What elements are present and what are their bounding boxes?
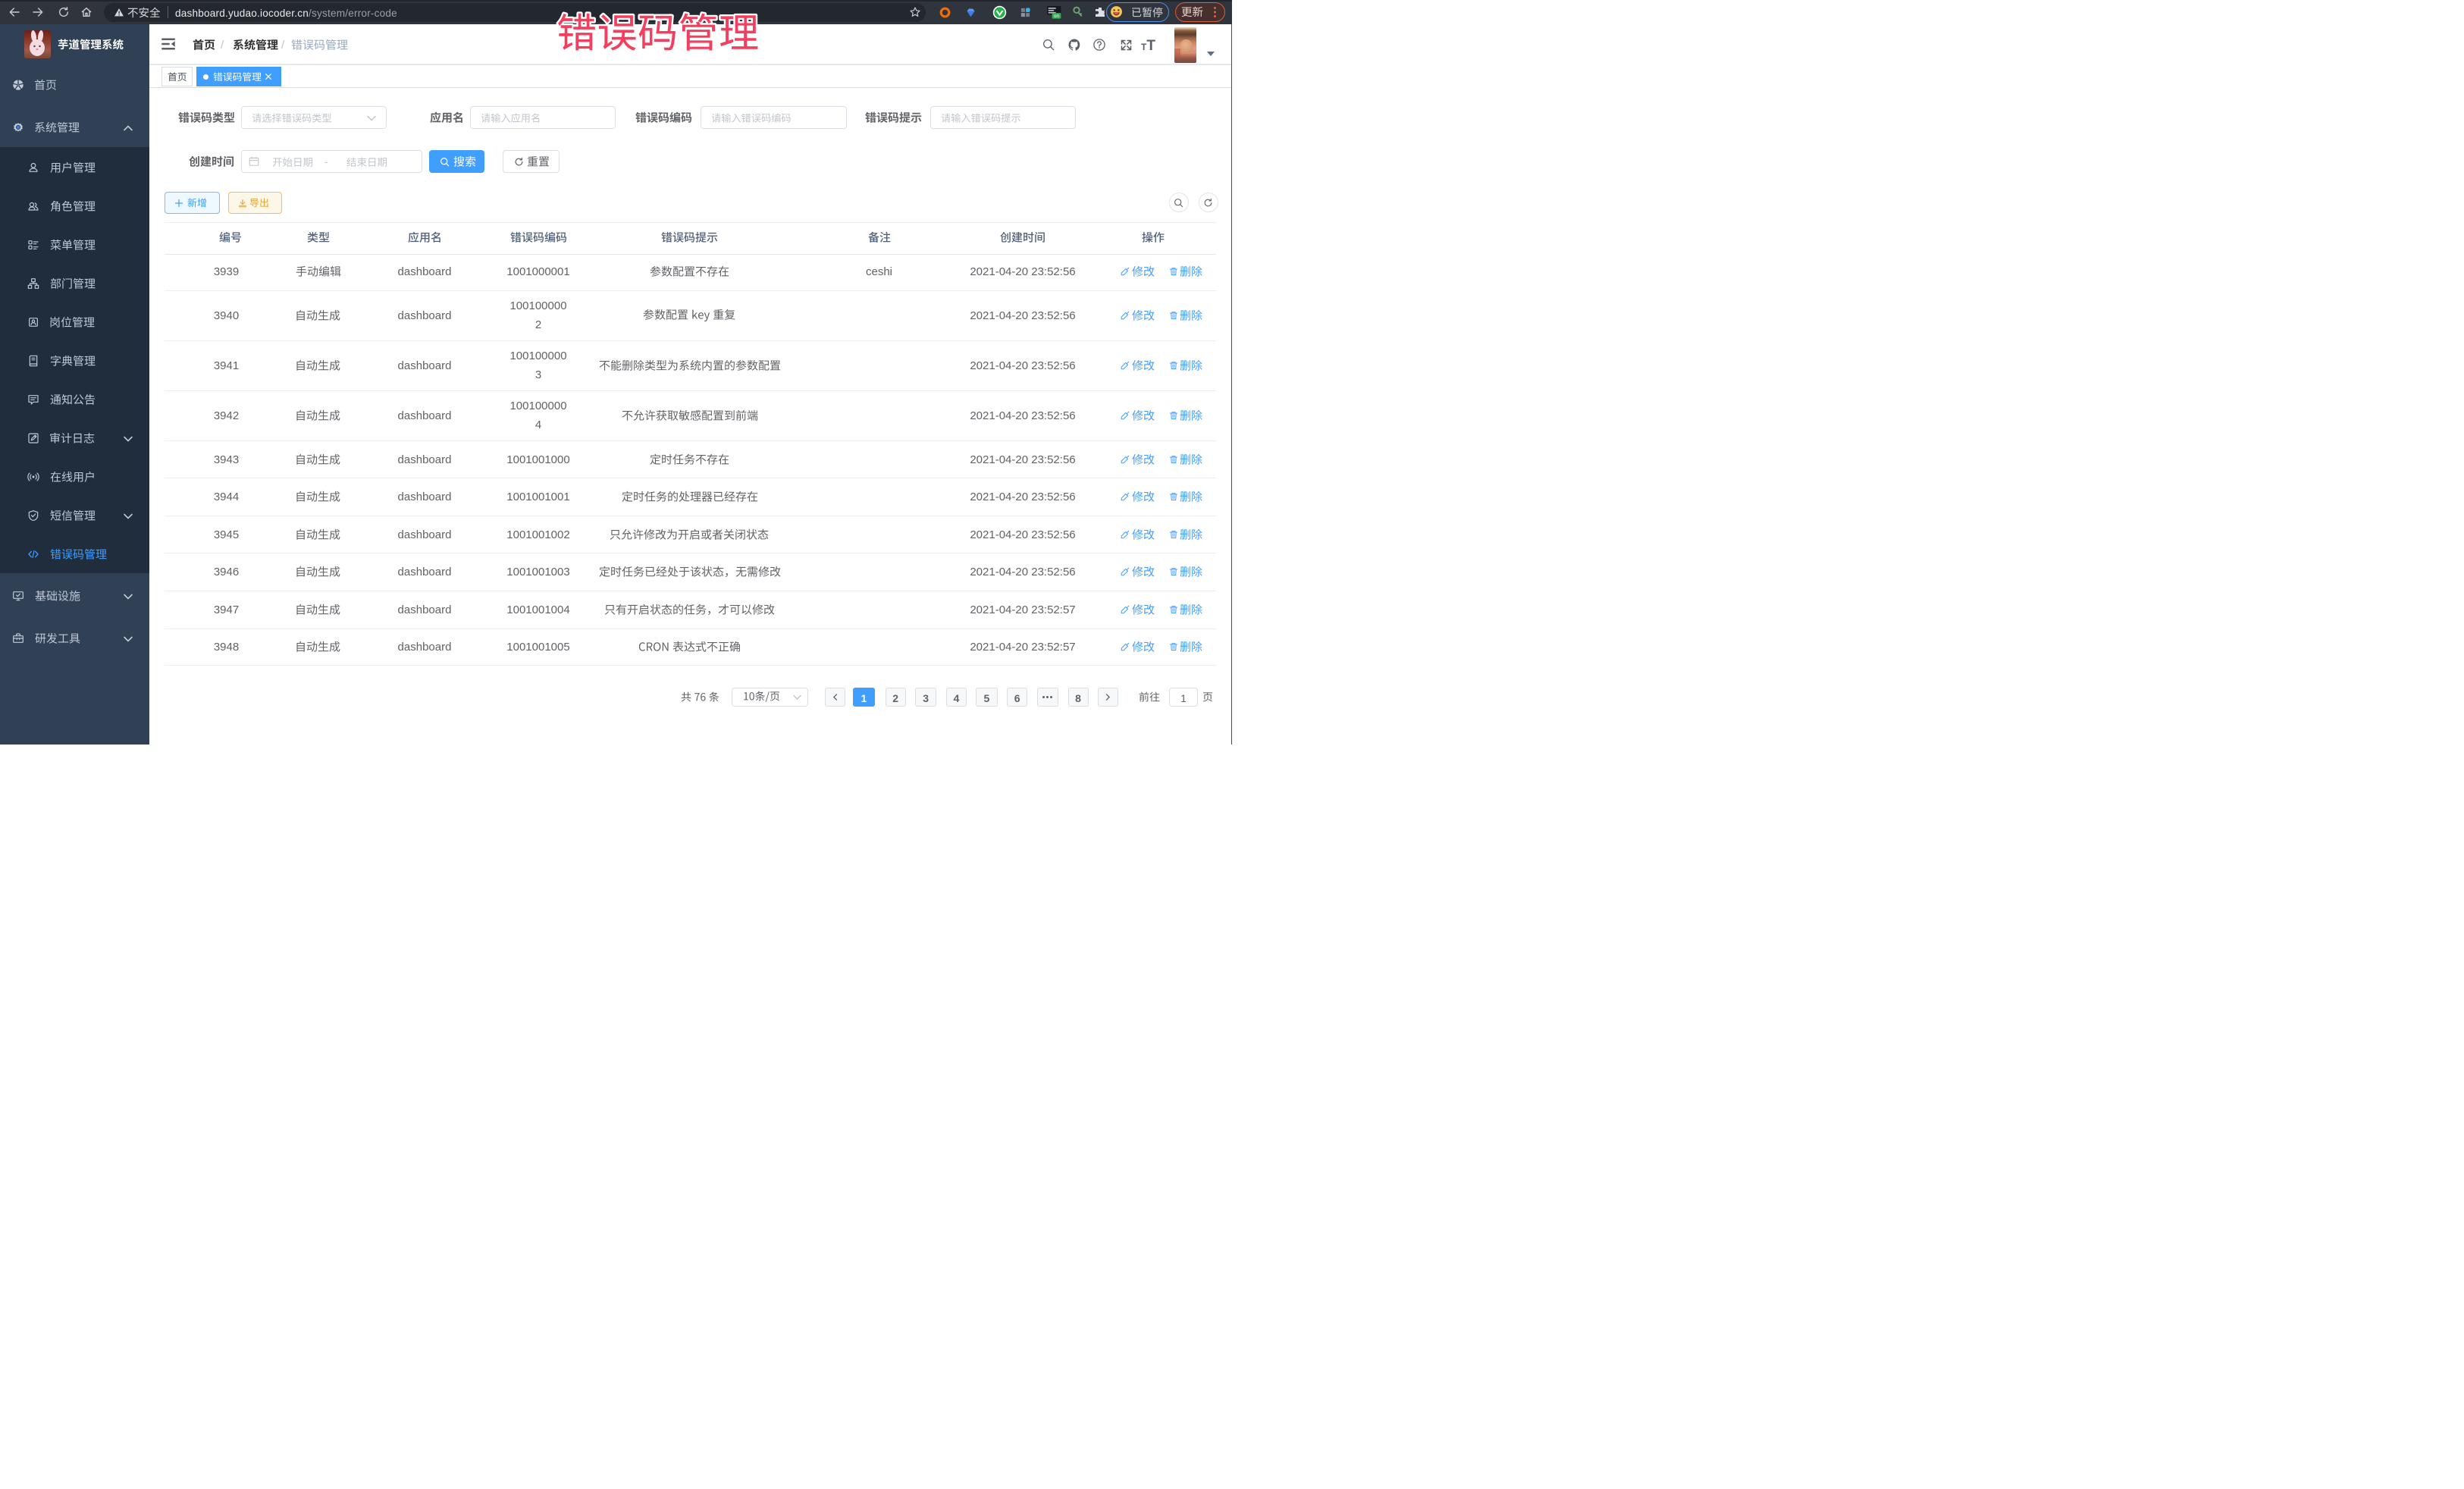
svg-text:on: on — [1054, 14, 1059, 19]
